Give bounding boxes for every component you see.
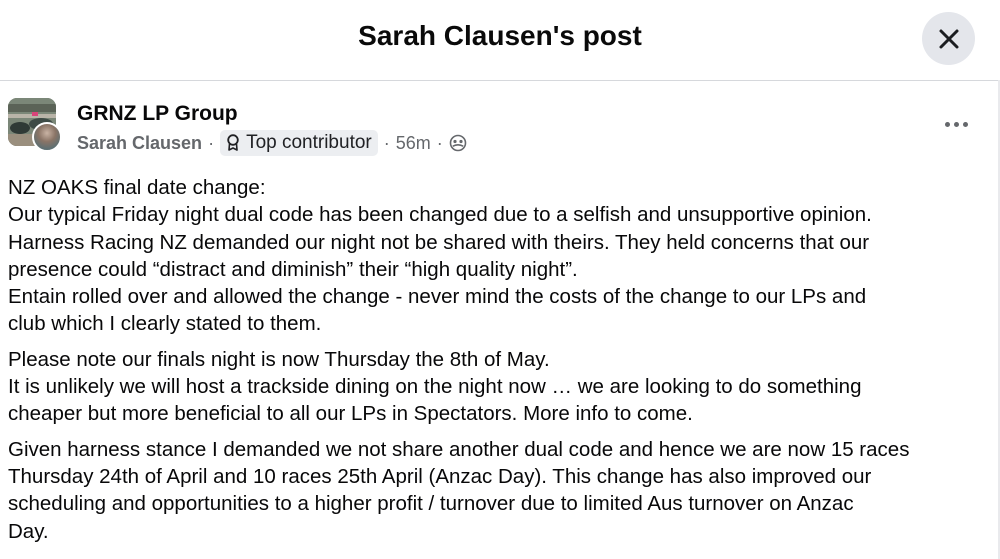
post-paragraph: Given harness stance I demanded we not s… <box>8 436 993 545</box>
post-meta: Sarah Clausen · Top contributor · 56m · <box>77 129 467 157</box>
text-line: Our typical Friday night dual code has b… <box>8 203 872 227</box>
text-line: Thursday 24th of April and 10 races 25th… <box>8 464 872 488</box>
text-line: scheduling and opportunities to a higher… <box>8 492 854 516</box>
contributor-badge-icon <box>227 134 239 151</box>
more-options-icon <box>962 121 968 127</box>
text-line: cheaper but more beneficial to all our L… <box>8 402 693 426</box>
separator-dot: · <box>208 132 215 153</box>
post-paragraph: Please note our finals night is now Thur… <box>8 346 993 428</box>
group-audience-icon <box>449 134 467 152</box>
post-header: Sarah Clausen's post <box>0 0 1000 81</box>
avatar[interactable] <box>8 98 62 152</box>
post-timestamp[interactable]: 56m <box>396 133 431 154</box>
more-options-icon <box>953 121 959 127</box>
text-line: Given harness stance I demanded we not s… <box>8 437 910 461</box>
author-name-link[interactable]: Sarah Clausen <box>77 133 202 154</box>
close-button[interactable] <box>922 12 975 65</box>
badge-label: Top contributor <box>246 132 372 153</box>
text-line: club which I clearly stated to them. <box>8 312 322 336</box>
post-paragraph: NZ OAKS final date change: Our typical F… <box>8 174 993 338</box>
page-title: Sarah Clausen's post <box>358 20 642 51</box>
text-line: Please note our finals night is now Thur… <box>8 347 550 371</box>
text-line: It is unlikely we will host a trackside … <box>8 375 862 399</box>
text-line: Day. <box>8 519 49 543</box>
close-icon <box>939 29 958 48</box>
text-line: NZ OAKS final date change: <box>8 176 266 199</box>
post-text: NZ OAKS final date change: Our typical F… <box>8 174 993 553</box>
text-line: Entain rolled over and allowed the chang… <box>8 285 867 309</box>
more-options-icon <box>944 121 950 127</box>
text-line: Harness Racing NZ demanded our night not… <box>8 230 870 254</box>
more-options-button[interactable] <box>938 112 974 136</box>
user-avatar[interactable] <box>32 122 62 152</box>
group-name-link[interactable]: GRNZ LP Group <box>77 102 238 126</box>
text-line: presence could “distract and diminish” t… <box>8 257 578 281</box>
top-contributor-badge[interactable]: Top contributor <box>220 130 378 156</box>
separator-dot: · <box>383 132 390 153</box>
separator-dot: · <box>436 132 443 153</box>
